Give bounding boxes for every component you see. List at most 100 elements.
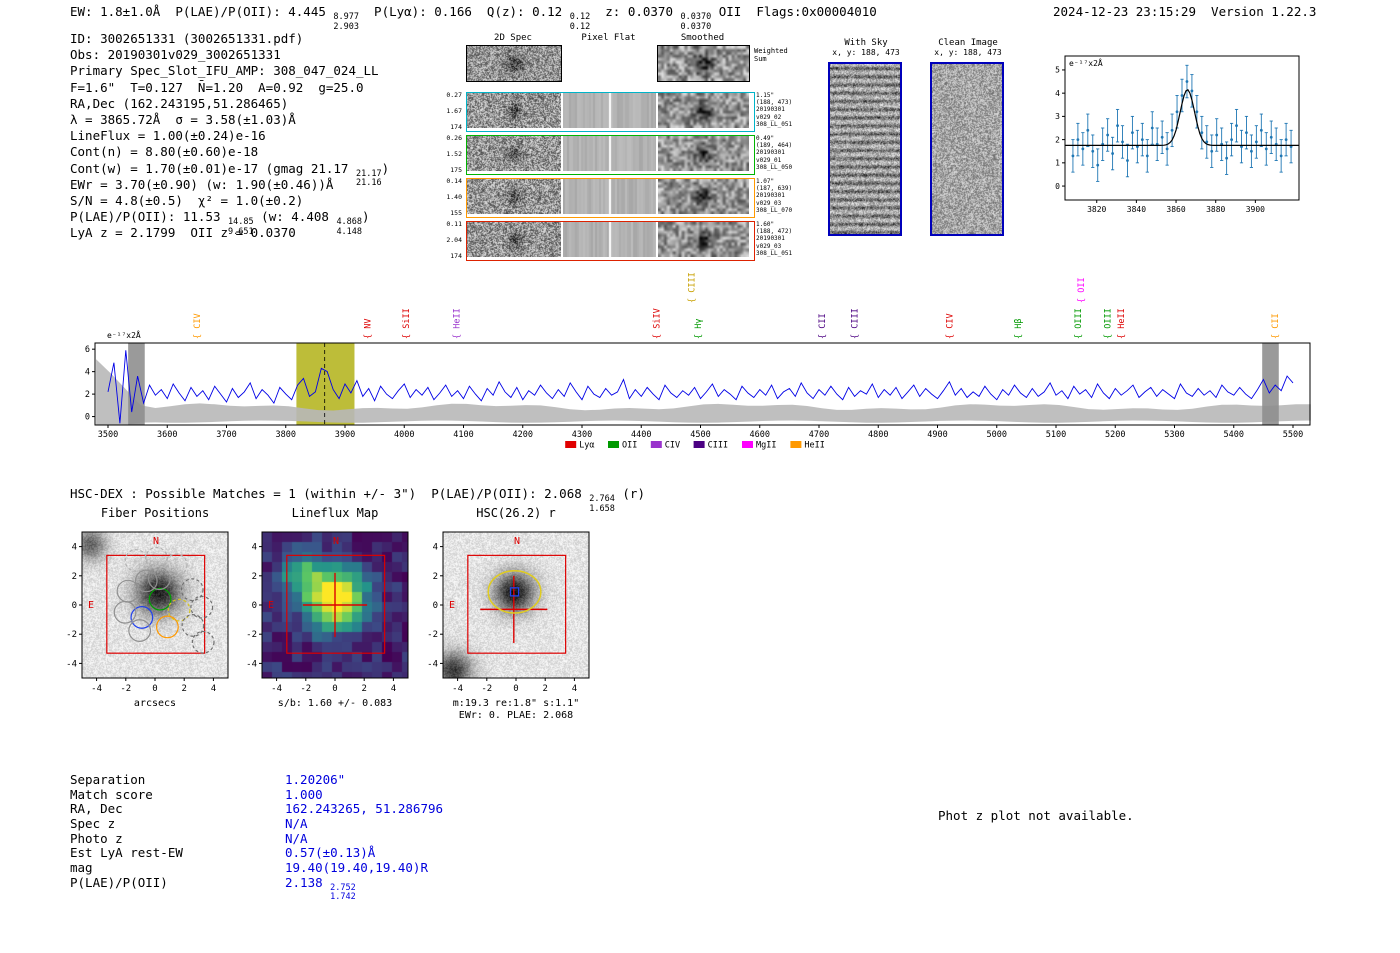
line-label-hβ: { Hβ [1014, 319, 1024, 339]
svg-text:2: 2 [252, 572, 257, 582]
hsc-r-title: HSC(26.2) r [476, 506, 556, 520]
line-fit-chart: 0 1 2 3 4 5 3820 3840 3860 3880 3900 e⁻¹⁷x2Å [1055, 55, 1300, 214]
fiber-positions-xlabel: arcsecs [133, 698, 177, 709]
catalog-position-box [509, 587, 520, 597]
full-spectrum-chart: 0 2 4 6 3500 3600 3700 3800 3900 4000 4100 4200 4300… [85, 272, 1311, 451]
fiber-circle [148, 587, 172, 611]
svg-text:0: 0 [332, 684, 337, 694]
clean-image [930, 62, 1004, 236]
svg-text:4: 4 [211, 684, 216, 694]
fiber-positions-panel: Fiber Positions -4 -4 -2 -2 0 0 2 2 4 4 N E arcsecs [56, 506, 256, 731]
match-row-label: Separation [70, 772, 146, 787]
lineflux-map-overlay: -4 -4 -2 -2 0 0 2 2 4 4 N E [246, 531, 409, 694]
info-obs: Obs: 20190301v029_3002651331 [70, 47, 281, 63]
compass-east: E [268, 600, 274, 611]
svg-text:4: 4 [1055, 89, 1060, 98]
clean-image-coords: x, y: 188, 473 [934, 48, 1002, 57]
svg-text:4700: 4700 [809, 430, 829, 440]
spec2d-col-title-smoothed: Smoothed [680, 33, 725, 43]
with-sky-panel: With Sky x, y: 188, 473 [810, 38, 922, 236]
svg-text:-4: -4 [66, 659, 77, 669]
spec2d-row-yvalues: 0.26 1.52 175 [446, 134, 462, 174]
info-ifu-amp: Primary Spec_Slot_IFU_AMP: 308_047_024_L… [70, 63, 379, 79]
match-row: Photo z N/A [70, 831, 690, 846]
match-row: RA, Dec 162.243265, 51.286796 [70, 801, 690, 816]
with-sky-title: With Sky [844, 38, 888, 48]
svg-text:-2: -2 [66, 630, 77, 640]
svg-text:4: 4 [391, 684, 396, 694]
compass-east: E [449, 600, 455, 611]
weighted-2dspec-image [467, 46, 561, 81]
line-label-cii: { CII [1271, 313, 1281, 339]
spec2d-col-title-2dspec: 2D Spec [494, 33, 532, 43]
spec2d-row-annotation: 0.49" (189, 464) 20190301 v029_01 308_LL_050 [756, 135, 793, 171]
svg-text:4100: 4100 [453, 430, 473, 440]
svg-text:4600: 4600 [750, 430, 770, 440]
line-label-civ: { CIV [945, 313, 955, 339]
row-smoothed-image [658, 179, 749, 214]
line-label-ciii: { CIII [688, 272, 698, 303]
spec2d-col-title-pixelflat: Pixel Flat [581, 33, 636, 43]
svg-text:e⁻¹⁷x2Å: e⁻¹⁷x2Å [107, 329, 141, 340]
info-sn-chi2: S/N = 4.8(±0.5) χ² = 1.0(±0.2) [70, 192, 304, 208]
summary-z: z: 0.0370 [590, 4, 681, 19]
match-row-value: 0.57(±0.13)Å [285, 845, 376, 861]
match-row: Match score 1.000 [70, 787, 690, 802]
line-label-civ: { CIV [193, 313, 203, 339]
svg-text:2: 2 [1055, 135, 1060, 144]
svg-text:0: 0 [85, 413, 90, 423]
svg-text:CIII: CIII [708, 441, 728, 451]
svg-text:CIV: CIV [665, 441, 680, 451]
legend-swatch-mgii [742, 441, 753, 448]
svg-text:HeII: HeII [804, 441, 824, 451]
svg-text:3: 3 [1055, 112, 1060, 121]
svg-text:-2: -2 [246, 630, 257, 640]
line-label-hγ: { Hγ [694, 319, 704, 339]
row-2dspec-image [467, 179, 561, 214]
match-row-label: Match score [70, 786, 153, 802]
svg-text:0: 0 [252, 601, 257, 611]
svg-text:5200: 5200 [1105, 430, 1125, 440]
svg-text:5: 5 [1055, 66, 1060, 75]
svg-text:4: 4 [85, 368, 90, 378]
match-row-label: RA, Dec [70, 801, 123, 817]
match-row: Separation 1.20206" [70, 772, 690, 787]
line-label-heii: { HeII [452, 308, 462, 339]
line-label-siii: { SiII [402, 308, 412, 339]
line-label-oiii: { OIII [1104, 308, 1114, 339]
svg-text:3900: 3900 [1246, 205, 1265, 214]
plae-frac-2: 4.868 4.148 [336, 217, 363, 237]
spec2d-block: 2D Spec Pixel Flat Smoothed Weighted Sum 0… [440, 33, 818, 263]
svg-text:2: 2 [433, 572, 438, 582]
svg-text:3600: 3600 [157, 430, 177, 440]
match-row: Spec z N/A [70, 816, 690, 831]
match-row: mag 19.40(19.40,19.40)R [70, 860, 690, 875]
match-row-label: mag [70, 860, 93, 876]
svg-text:e⁻¹⁷x2Å: e⁻¹⁷x2Å [1069, 57, 1103, 68]
with-sky-image [828, 62, 902, 236]
z-frac: 0.0370 0.0370 [680, 12, 712, 32]
compass-north: N [153, 536, 159, 547]
legend-swatch-heii [790, 441, 802, 448]
extraction-box [106, 554, 206, 654]
fiber-circle [167, 598, 191, 622]
svg-text:3820: 3820 [1087, 205, 1106, 214]
weighted-sum-label: Weighted Sum [754, 47, 788, 63]
match-table: Separation 1.20206" Match score 1.000 RA, De… [70, 772, 690, 903]
row-pixelflat-image [563, 136, 656, 171]
svg-text:4: 4 [433, 543, 438, 553]
fiber-circle [180, 578, 204, 602]
svg-text:3840: 3840 [1127, 205, 1146, 214]
match-row-value: 2.138 2.752 1.742 [285, 874, 356, 903]
svg-text:5500: 5500 [1283, 430, 1303, 440]
svg-text:4200: 4200 [513, 430, 533, 440]
match-row-label: Photo z [70, 830, 123, 846]
info-ewr: EWr = 3.70(±0.90) (w: 1.90(±0.46))Å [70, 176, 334, 192]
row-2dspec-image [467, 222, 561, 257]
match-row-value: 19.40(19.40,19.40)R [285, 860, 428, 876]
svg-text:6: 6 [85, 345, 90, 355]
qz-frac: 0.12 0.12 [569, 12, 591, 32]
summary-ew: EW: 1.8±1.0Å P(LAE)/P(OII): 4.445 [70, 4, 334, 19]
svg-text:4300: 4300 [572, 430, 592, 440]
spec2d-weighted-row [466, 45, 756, 85]
